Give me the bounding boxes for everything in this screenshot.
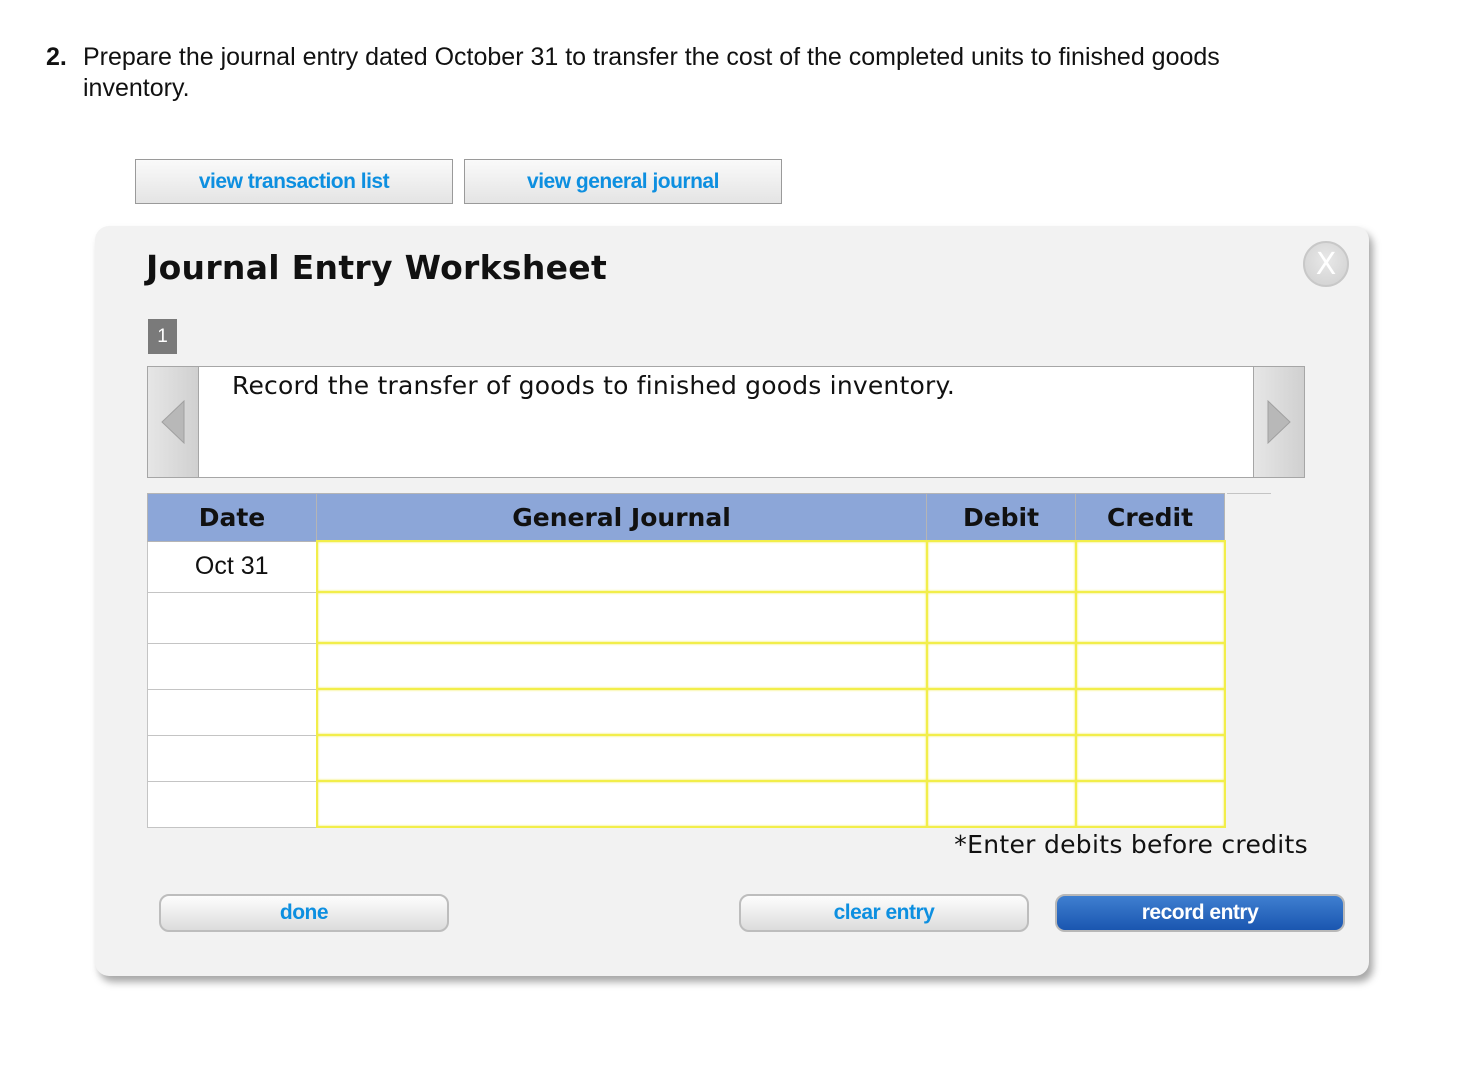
column-header-date: Date [147,493,317,542]
credit-input[interactable] [1074,540,1226,593]
journal-table: Date General Journal Debit Credit Oct 31 [147,493,1226,828]
column-header-debit: Debit [926,493,1076,542]
table-row [147,734,1226,782]
credit-input[interactable] [1074,642,1226,690]
triangle-left-icon [161,399,185,445]
account-input[interactable] [315,780,928,828]
date-cell: Oct 31 [147,540,317,593]
worksheet-title: Journal Entry Worksheet [146,248,608,287]
date-cell [147,780,317,828]
view-general-journal-button[interactable]: view general journal [464,159,782,204]
account-input[interactable] [315,642,928,690]
date-cell [147,642,317,690]
journal-entry-worksheet-panel: Journal Entry Worksheet X 1 Record the t… [95,226,1369,976]
step-number-badge[interactable]: 1 [148,319,177,354]
previous-step-button[interactable] [147,366,199,478]
close-icon[interactable]: X [1303,241,1349,287]
debit-input[interactable] [925,540,1077,593]
debit-input[interactable] [925,591,1077,644]
question-text: Prepare the journal entry dated October … [83,43,1220,102]
credit-input[interactable] [1074,734,1226,782]
credit-input[interactable] [1074,688,1226,736]
debit-input[interactable] [925,688,1077,736]
credit-input[interactable] [1074,591,1226,644]
account-input[interactable] [315,734,928,782]
next-step-button[interactable] [1253,366,1305,478]
table-row [147,688,1226,736]
triangle-right-icon [1267,399,1291,445]
footnote: *Enter debits before credits [954,830,1308,859]
table-row [147,591,1226,644]
question-number: 2. [46,43,67,71]
done-button[interactable]: done [159,894,449,932]
date-cell [147,734,317,782]
account-input[interactable] [315,591,928,644]
debit-input[interactable] [925,734,1077,782]
instruction-text: Record the transfer of goods to finished… [232,371,956,400]
debit-input[interactable] [925,642,1077,690]
account-input[interactable] [315,540,928,593]
view-transaction-list-button[interactable]: view transaction list [135,159,453,204]
date-cell [147,688,317,736]
account-input[interactable] [315,688,928,736]
credit-input[interactable] [1074,780,1226,828]
record-entry-button[interactable]: record entry [1055,894,1345,932]
date-cell [147,591,317,644]
table-row [147,780,1226,828]
table-row [147,642,1226,690]
debit-input[interactable] [925,780,1077,828]
table-header-row: Date General Journal Debit Credit [147,493,1225,542]
table-row: Oct 31 [147,540,1226,593]
column-header-credit: Credit [1075,493,1225,542]
instruction-box: Record the transfer of goods to finished… [147,366,1305,478]
column-header-general-journal: General Journal [316,493,927,542]
table-divider-line [1227,493,1271,494]
clear-entry-button[interactable]: clear entry [739,894,1029,932]
